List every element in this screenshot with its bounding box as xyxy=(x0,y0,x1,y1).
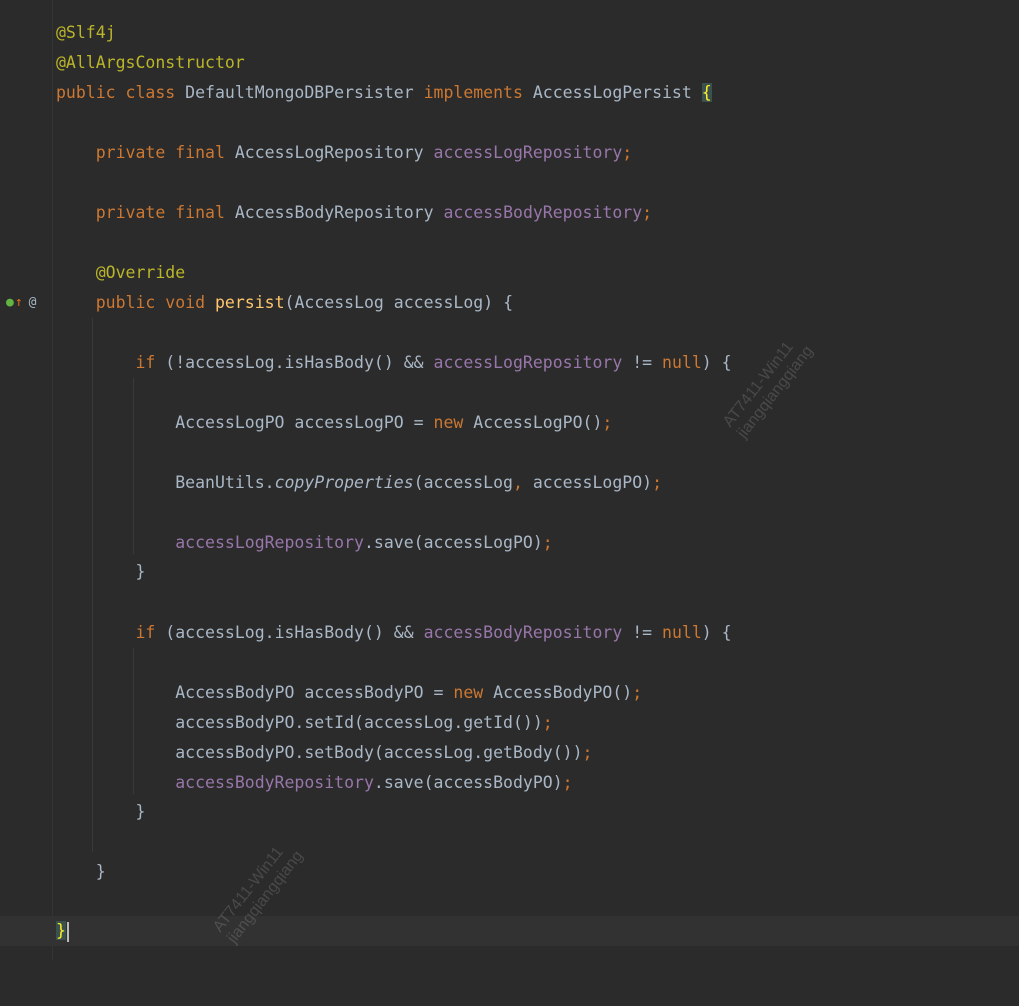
code-line: private final AccessBodyRepository acces… xyxy=(0,198,1019,228)
field-name: accessLogRepository xyxy=(433,353,623,372)
code-line: if (accessLog.isHasBody() && accessBodyR… xyxy=(0,618,1019,648)
keyword: void xyxy=(165,293,206,312)
condition: (!accessLog.isHasBody() && xyxy=(155,353,434,372)
variable-decl: accessBodyPO = xyxy=(294,683,454,702)
type-name: AccessLogPO xyxy=(175,413,285,432)
code-line: public class DefaultMongoDBPersister imp… xyxy=(0,78,1019,108)
keyword: final xyxy=(175,143,225,162)
constructor-call: AccessBodyPO() xyxy=(483,683,633,702)
semicolon: ; xyxy=(632,683,643,702)
comma: , xyxy=(512,473,523,492)
static-method: copyProperties xyxy=(274,473,414,492)
field-name: accessBodyRepository xyxy=(175,773,374,792)
keyword: private xyxy=(95,203,166,222)
code-line: private final AccessLogRepository access… xyxy=(0,138,1019,168)
argument: accessLogPO) xyxy=(522,473,653,492)
method-call: .save(accessLogPO) xyxy=(363,533,543,552)
close-brace: } xyxy=(135,562,146,581)
code-line: accessLogRepository.save(accessLogPO); xyxy=(0,528,1019,558)
method-name: persist xyxy=(214,293,285,312)
keyword: public xyxy=(95,293,156,312)
code-line: } xyxy=(0,797,1019,827)
semicolon: ; xyxy=(562,773,573,792)
keyword: class xyxy=(125,83,176,102)
keyword: implements xyxy=(423,83,523,102)
code-line: accessBodyRepository.save(accessBodyPO); xyxy=(0,768,1019,798)
keyword: null xyxy=(662,353,702,372)
semicolon: ; xyxy=(602,413,613,432)
method-call: .save(accessBodyPO) xyxy=(373,773,563,792)
annotation: @AllArgsConstructor xyxy=(56,53,245,72)
interface-name: AccessLogPersist xyxy=(532,83,692,102)
operator: != xyxy=(622,623,663,642)
semicolon: ; xyxy=(622,143,633,162)
code-line: if (!accessLog.isHasBody() && accessLogR… xyxy=(0,348,1019,378)
keyword: final xyxy=(175,203,225,222)
code-line: @Slf4j xyxy=(0,18,1019,48)
field-name: accessLogRepository xyxy=(175,533,364,552)
annotation: @Override xyxy=(95,263,186,282)
method-call: accessBodyPO.setId(accessLog.getId()) xyxy=(175,713,543,732)
keyword: new xyxy=(453,683,484,702)
keyword: if xyxy=(135,353,156,372)
code-editor[interactable]: @Slf4j @AllArgsConstructor public class … xyxy=(0,0,1019,960)
semicolon: ; xyxy=(542,533,553,552)
code-line: accessBodyPO.setId(accessLog.getId()); xyxy=(0,708,1019,738)
field-name: accessLogRepository xyxy=(433,143,623,162)
keyword: null xyxy=(662,623,702,642)
class-ref: BeanUtils. xyxy=(175,473,275,492)
keyword: if xyxy=(135,623,156,642)
code-line: @AllArgsConstructor xyxy=(0,48,1019,78)
keyword: private xyxy=(95,143,166,162)
variable-decl: accessLogPO = xyxy=(284,413,434,432)
condition: (accessLog.isHasBody() && xyxy=(155,623,424,642)
code-line: } xyxy=(0,857,1019,887)
semicolon: ; xyxy=(652,473,662,492)
code-line: public void persist(AccessLog accessLog)… xyxy=(0,288,1019,318)
code-line: @Override xyxy=(0,258,1019,288)
method-call: accessBodyPO.setBody(accessLog.getBody()… xyxy=(175,743,583,762)
semicolon: ; xyxy=(542,713,553,732)
type-name: AccessBodyPO xyxy=(175,683,295,702)
operator: != xyxy=(622,353,663,372)
type-name: AccessLogRepository xyxy=(234,143,424,162)
semicolon: ; xyxy=(582,743,593,762)
code-line: accessBodyPO.setBody(accessLog.getBody()… xyxy=(0,738,1019,768)
close-brace: } xyxy=(135,802,146,821)
semicolon: ; xyxy=(642,203,653,222)
code-line: BeanUtils.copyProperties(accessLog, acce… xyxy=(0,468,1019,498)
current-line[interactable]: } xyxy=(0,916,1019,946)
code-line: } xyxy=(0,557,1019,587)
constructor-call: AccessLogPO() xyxy=(463,413,603,432)
field-name: accessBodyRepository xyxy=(423,623,623,642)
keyword: new xyxy=(433,413,464,432)
type-name: AccessBodyRepository xyxy=(234,203,434,222)
condition-close: ) { xyxy=(701,353,732,372)
class-name: DefaultMongoDBPersister xyxy=(185,83,414,102)
matched-brace: } xyxy=(56,921,66,940)
keyword: public xyxy=(56,83,116,102)
code-line: AccessLogPO accessLogPO = new AccessLogP… xyxy=(0,408,1019,438)
annotation: @Slf4j xyxy=(56,23,116,42)
condition-close: ) { xyxy=(701,623,732,642)
parameter-list: (AccessLog accessLog) { xyxy=(284,293,514,312)
argument: (accessLog xyxy=(413,473,513,492)
text-caret xyxy=(66,921,69,942)
code-line: AccessBodyPO accessBodyPO = new AccessBo… xyxy=(0,678,1019,708)
close-brace: } xyxy=(95,862,106,881)
field-name: accessBodyRepository xyxy=(443,203,643,222)
matched-brace: { xyxy=(701,83,712,102)
